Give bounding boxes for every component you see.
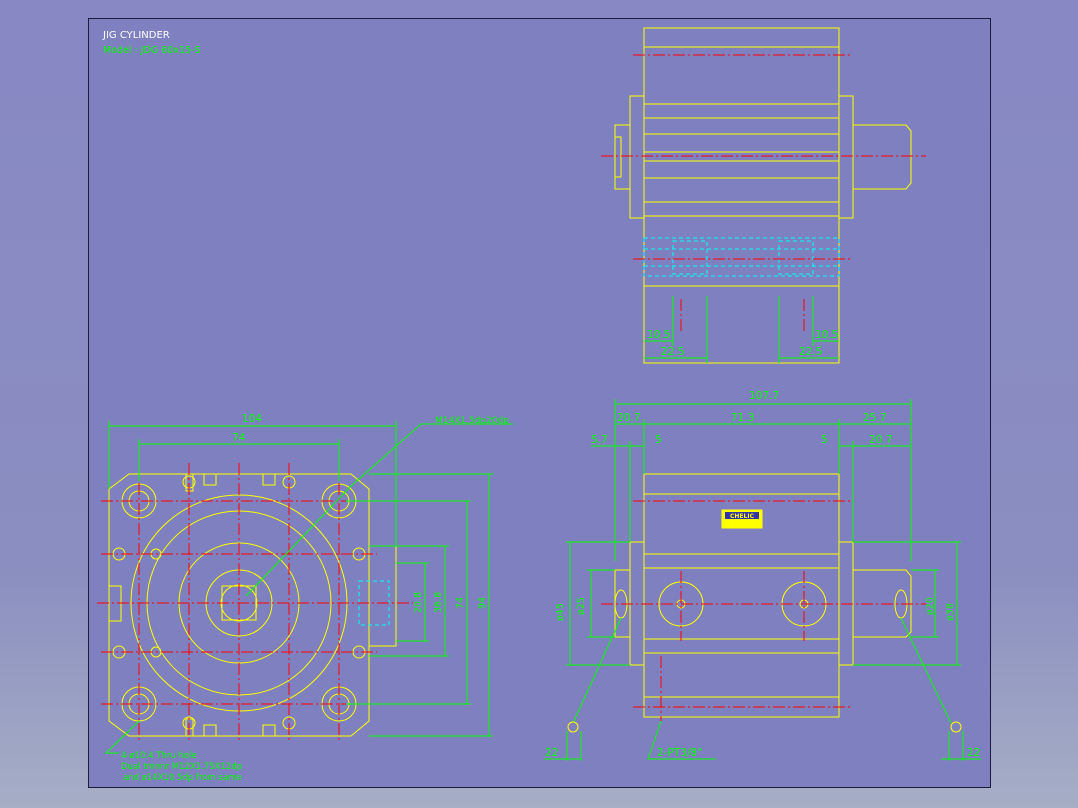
side-dim-5-7: 5.7 — [591, 434, 608, 446]
drawing-canvas[interactable]: JIG CYLINDER Model : JDG 60x15-S 10.5 22… — [88, 18, 991, 788]
side-port-callout: 2-PT3/8" — [657, 747, 702, 759]
top-dim-left-outer: 22.5 — [661, 346, 684, 358]
side-dim-phi25: ø25 — [576, 597, 587, 615]
side-dim-left: 20.7 — [617, 412, 640, 424]
front-dim-v1: 20.8 — [413, 592, 424, 613]
title-text: JIG CYLINDER — [102, 30, 170, 41]
front-thread-callout: M14X1.5dp20dp — [435, 416, 509, 426]
side-dim-total: 107.7 — [749, 390, 779, 402]
side-dim-phi38: ø38 — [945, 603, 956, 621]
side-view — [544, 399, 981, 761]
front-note-line1: 4-ø10.4 Thru hole — [121, 751, 197, 761]
side-dim-mid: 71.3 — [731, 412, 754, 424]
side-dim-22-left: 22 — [545, 747, 558, 759]
side-dim-right: 25.7 — [863, 412, 886, 424]
side-dim-5-left: 5 — [655, 434, 662, 446]
front-dim-v3: 74 — [455, 597, 466, 609]
brand-text: CHELIC — [730, 513, 755, 520]
side-dim-phi20: ø20 — [925, 597, 936, 615]
front-dim-width: 104 — [242, 413, 262, 425]
top-dim-right-inner: 10.5 — [815, 329, 838, 341]
top-dim-right-outer: 22.5 — [799, 346, 822, 358]
model-text: Model : JDG 60x15-S — [103, 45, 201, 56]
side-dim-20-7: 20.7 — [869, 434, 892, 446]
front-view — [97, 421, 513, 754]
side-dim-5-right: 5 — [821, 434, 828, 446]
front-note-line2: Dual tmnnr M12X1.75X12dp — [121, 762, 242, 772]
brand-plate: CHELIC — [721, 509, 763, 529]
cad-drawing: JIG CYLINDER Model : JDG 60x15-S 10.5 22… — [97, 27, 981, 783]
front-dim-v4: 94 — [477, 597, 488, 609]
side-dim-22-right: 22 — [967, 747, 980, 759]
front-note-line3: and ø14X10.5dp from same — [123, 773, 242, 783]
top-view — [601, 27, 926, 364]
top-dim-left-inner: 10.5 — [647, 329, 670, 341]
side-dim-phi45: ø45 — [555, 603, 566, 621]
front-dim-v2: 36.8 — [433, 592, 444, 613]
front-dim-hole-pitch: 74 — [232, 432, 246, 444]
